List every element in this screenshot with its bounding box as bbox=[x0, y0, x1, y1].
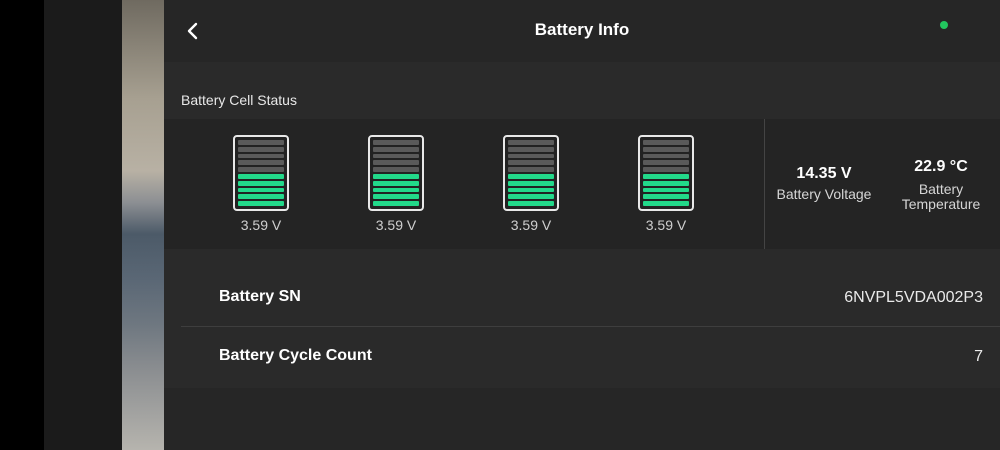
cell-segment-filled bbox=[238, 180, 284, 186]
cell-battery-icon bbox=[368, 135, 424, 211]
cell-segment-empty bbox=[373, 153, 419, 159]
cell-item: 3.59 V bbox=[638, 135, 698, 233]
cell-segment-empty bbox=[643, 167, 689, 172]
cell-segment-empty bbox=[373, 160, 419, 166]
battery-cycle-count-label: Battery Cycle Count bbox=[219, 347, 372, 364]
cell-segment-filled bbox=[508, 194, 554, 200]
battery-voltage-value: 14.35 V bbox=[796, 165, 852, 182]
camera-feed-strip bbox=[122, 0, 164, 450]
left-edge bbox=[0, 0, 44, 450]
cell-segment-empty bbox=[508, 153, 554, 159]
cell-battery-icon bbox=[233, 135, 289, 211]
cell-segment-filled bbox=[643, 187, 689, 193]
battery-sn-value: 6NVPL5VDA002P3 bbox=[844, 289, 983, 306]
cell-segment-filled bbox=[238, 173, 284, 179]
battery-temperature-value: 22.9 °C bbox=[914, 158, 968, 175]
battery-sn-row: Battery SN 6NVPL5VDA002P3 bbox=[181, 270, 1000, 328]
cell-voltage: 3.59 V bbox=[510, 217, 552, 233]
battery-cycle-count-value: 7 bbox=[974, 348, 983, 365]
cell-segment-empty bbox=[643, 153, 689, 159]
cell-segment-empty bbox=[373, 167, 419, 172]
page-title: Battery Info bbox=[534, 20, 630, 39]
cell-segment-empty bbox=[238, 167, 284, 172]
battery-voltage-label: Battery Voltage bbox=[776, 186, 872, 202]
battery-temperature-label-line2: Temperature bbox=[901, 196, 981, 212]
cell-voltage: 3.59 V bbox=[645, 217, 687, 233]
cell-segment-empty bbox=[643, 146, 689, 152]
cell-segment-empty bbox=[508, 146, 554, 152]
cell-segment-empty bbox=[238, 153, 284, 159]
battery-sn-label: Battery SN bbox=[219, 288, 301, 305]
cell-segment-empty bbox=[238, 160, 284, 166]
cell-segment-empty bbox=[643, 160, 689, 166]
cell-voltage: 3.59 V bbox=[240, 217, 282, 233]
cell-segment-filled bbox=[238, 194, 284, 200]
cell-segment-filled bbox=[643, 180, 689, 186]
cell-segment-empty bbox=[508, 160, 554, 166]
cell-segment-filled bbox=[643, 173, 689, 179]
cell-segment-filled bbox=[643, 201, 689, 206]
cell-status-label: Battery Cell Status bbox=[181, 92, 297, 108]
battery-voltage-stat: 14.35 V Battery Voltage bbox=[769, 165, 879, 202]
cell-segment-filled bbox=[373, 180, 419, 186]
cell-segment-empty bbox=[643, 140, 689, 145]
cell-segment-empty bbox=[508, 140, 554, 145]
cell-item: 3.59 V bbox=[233, 135, 293, 233]
cell-segment-empty bbox=[238, 140, 284, 145]
battery-temperature-stat: 22.9 °C Battery Temperature bbox=[891, 158, 991, 212]
cell-segment-filled bbox=[643, 194, 689, 200]
cell-battery-icon bbox=[503, 135, 559, 211]
cell-segment-filled bbox=[508, 173, 554, 179]
cell-item: 3.59 V bbox=[503, 135, 563, 233]
cell-segment-filled bbox=[508, 180, 554, 186]
cell-segment-filled bbox=[508, 201, 554, 206]
battery-temperature-label-line1: Battery bbox=[918, 181, 964, 197]
cell-segment-empty bbox=[373, 146, 419, 152]
bottom-area bbox=[164, 388, 1000, 450]
cell-segment-filled bbox=[238, 201, 284, 206]
battery-info-panel: Battery Info Battery Cell Status 3.59 V … bbox=[164, 0, 1000, 450]
cell-item: 3.59 V bbox=[368, 135, 428, 233]
left-gutter bbox=[44, 0, 122, 450]
cell-segment-filled bbox=[373, 194, 419, 200]
cell-segment-filled bbox=[373, 187, 419, 193]
battery-cycle-count-row: Battery Cycle Count 7 bbox=[181, 329, 1000, 387]
cell-status-area: 3.59 V 3.59 V 3.59 V 3.59 V bbox=[164, 119, 764, 249]
cell-segment-filled bbox=[373, 201, 419, 206]
cell-segment-filled bbox=[238, 187, 284, 193]
cell-segment-filled bbox=[373, 173, 419, 179]
cell-battery-icon bbox=[638, 135, 694, 211]
row-divider bbox=[181, 326, 1000, 327]
status-indicator-dot bbox=[940, 21, 948, 29]
cell-segment-empty bbox=[238, 146, 284, 152]
top-bar: Battery Info bbox=[164, 0, 1000, 62]
cell-voltage: 3.59 V bbox=[375, 217, 417, 233]
cell-segment-empty bbox=[373, 140, 419, 145]
battery-stats: 14.35 V Battery Voltage 22.9 °C Battery … bbox=[765, 119, 1000, 249]
cell-segment-empty bbox=[508, 167, 554, 172]
cell-segment-filled bbox=[508, 187, 554, 193]
